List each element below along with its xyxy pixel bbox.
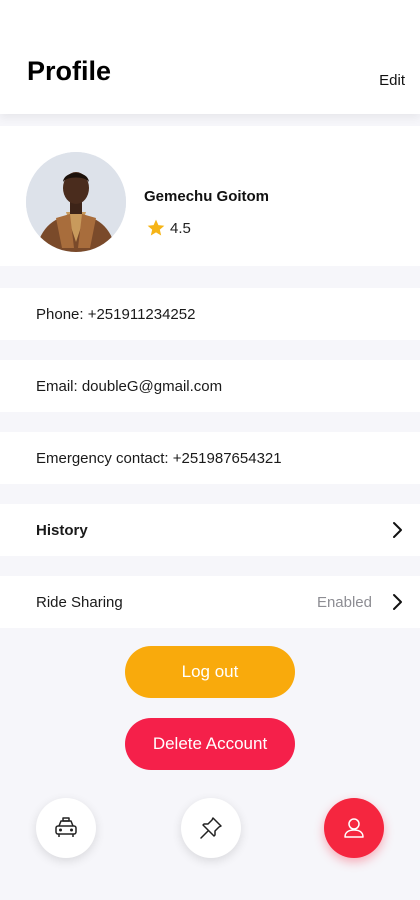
history-row[interactable]: History xyxy=(0,504,420,556)
emergency-contact-row: Emergency contact: +251987654321 xyxy=(0,432,420,484)
pin-icon xyxy=(200,817,222,839)
chevron-right-icon xyxy=(393,594,402,610)
user-rating: 4.5 xyxy=(146,218,191,238)
header-bar: Profile Edit xyxy=(0,0,420,114)
phone-row: Phone: +251911234252 xyxy=(0,288,420,340)
edit-button[interactable]: Edit xyxy=(379,72,405,89)
avatar-photo xyxy=(26,152,126,252)
logout-button[interactable]: Log out xyxy=(125,646,295,698)
phone-label: Phone: +251911234252 xyxy=(36,305,196,323)
history-label: History xyxy=(36,521,88,539)
taxi-icon xyxy=(55,817,77,837)
email-row: Email: doubleG@gmail.com xyxy=(0,360,420,412)
rating-value: 4.5 xyxy=(170,219,191,237)
delete-account-button[interactable]: Delete Account xyxy=(125,718,295,770)
nav-pin-button[interactable] xyxy=(181,798,241,858)
star-icon xyxy=(147,219,165,236)
nav-taxi-button[interactable] xyxy=(36,798,96,858)
user-icon xyxy=(344,818,364,838)
ride-sharing-row[interactable]: Ride Sharing Enabled xyxy=(0,576,420,628)
nav-profile-button[interactable] xyxy=(324,798,384,858)
ride-sharing-status: Enabled xyxy=(316,593,372,611)
avatar xyxy=(26,152,126,252)
email-label: Email: doubleG@gmail.com xyxy=(36,377,223,395)
chevron-right-icon xyxy=(393,522,402,538)
user-name: Gemechu Goitom xyxy=(144,188,270,205)
ride-sharing-label: Ride Sharing xyxy=(36,593,123,611)
user-card: Gemechu Goitom 4.5 xyxy=(0,126,420,266)
emergency-contact-label: Emergency contact: +251987654321 xyxy=(36,449,282,467)
page-title: Profile xyxy=(27,56,112,86)
